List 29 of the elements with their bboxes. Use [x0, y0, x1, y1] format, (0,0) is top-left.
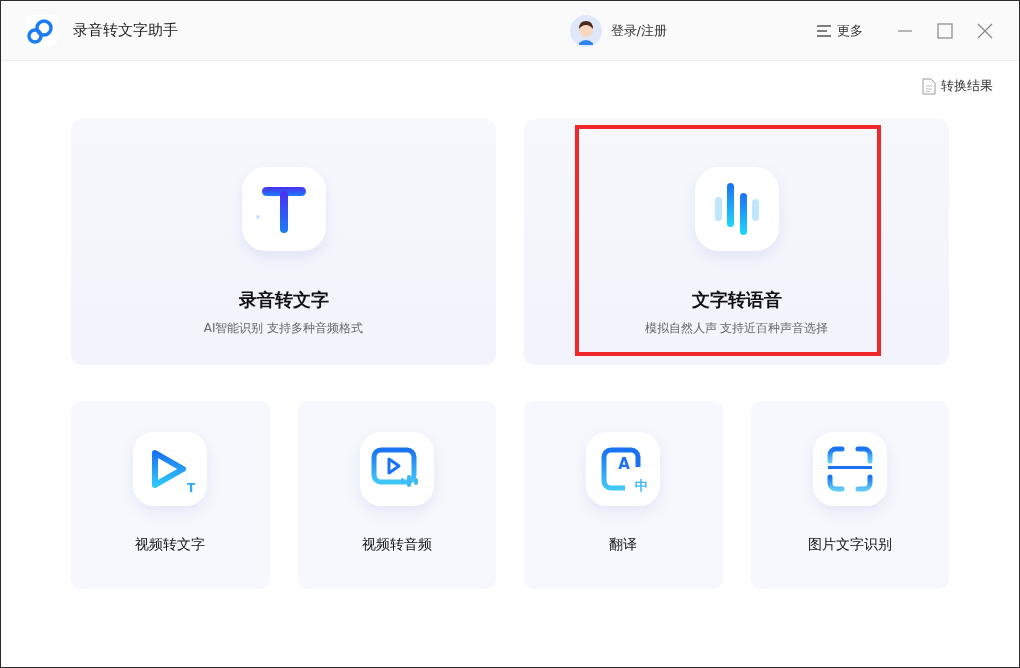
maximize-button[interactable] — [935, 20, 955, 41]
feature-title: 文字转语音 — [691, 288, 782, 312]
feature-card[interactable]: 录音转文字 AI智能识别 支持多种音频格式 — [71, 119, 496, 365]
letter-t: T — [187, 482, 196, 494]
login-link[interactable]: 登录/注册 — [569, 14, 667, 47]
tool-card[interactable]: T 视频转文字 — [71, 401, 270, 589]
document-icon — [922, 77, 936, 95]
letter-a: A — [618, 457, 630, 472]
feature-card[interactable]: 文字转语音 模拟自然人声 支持近百种声音选择 — [524, 119, 949, 365]
tool-card[interactable]: A 中 翻译 — [524, 401, 723, 589]
feature-title: 录音转文字 — [238, 288, 329, 312]
tool-card[interactable]: 图片文字识别 — [750, 401, 949, 589]
maximize-icon — [937, 22, 953, 39]
minimize-icon — [897, 29, 913, 32]
tool-title: 视频转文字 — [135, 536, 206, 554]
feature-description: AI智能识别 支持多种音频格式 — [203, 320, 364, 337]
window-title: 录音转文字助手 — [73, 21, 178, 40]
menu-icon — [817, 24, 831, 37]
more-menu-button[interactable]: 更多 — [817, 21, 863, 40]
tool-title: 视频转音频 — [361, 536, 432, 554]
tool-title: 翻译 — [609, 536, 638, 554]
tool-card[interactable]: 视频转音频 — [297, 401, 496, 589]
chinese-character: 中 — [635, 479, 649, 492]
close-icon — [977, 22, 993, 39]
scan-icon — [825, 445, 874, 493]
results-link[interactable]: 转换结果 — [922, 77, 993, 95]
avatar-icon — [569, 14, 602, 47]
tool-title: 图片文字识别 — [807, 536, 892, 554]
feature-description: 模拟自然人声 支持近百种声音选择 — [644, 320, 829, 337]
